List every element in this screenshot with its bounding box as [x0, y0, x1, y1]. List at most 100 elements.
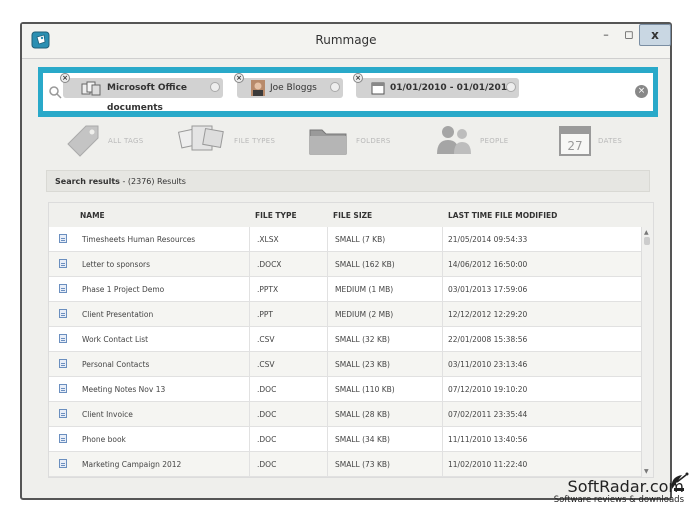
chip-toggle-icon[interactable] — [330, 82, 340, 92]
column-divider — [327, 402, 328, 426]
search-bar: × Microsoft Office documents × Joe Blogg… — [38, 67, 658, 117]
filter-chip-person[interactable]: × Joe Bloggs — [234, 73, 343, 98]
cell-size: SMALL (28 KB) — [335, 410, 390, 419]
scroll-up-icon[interactable]: ▲ — [644, 229, 649, 236]
cell-name: Timesheets Human Resources — [82, 235, 196, 244]
column-divider — [442, 302, 443, 326]
chip-toggle-icon[interactable] — [210, 82, 220, 92]
cell-type: .PPT — [257, 310, 274, 319]
cell-modified: 07/02/2011 23:35:44 — [448, 410, 528, 419]
maximize-button[interactable]: ◻ — [619, 25, 639, 45]
cell-modified: 03/01/2013 17:59:06 — [448, 285, 528, 294]
cell-type: .CSV — [257, 360, 275, 369]
cell-modified: 21/05/2014 09:54:33 — [448, 235, 528, 244]
cell-name: Marketing Campaign 2012 — [82, 460, 182, 469]
tag-icon — [67, 125, 99, 157]
results-count: - (2376) Results — [122, 177, 186, 186]
watermark-title: SoftRadar.com — [567, 477, 684, 496]
close-button[interactable]: x — [639, 24, 671, 46]
cell-name: Phone book — [82, 435, 126, 444]
filter-chip-date[interactable]: × 01/01/2010 - 01/01/2014 — [353, 73, 519, 98]
filter-label: PEOPLE — [480, 137, 509, 145]
remove-chip-icon[interactable]: × — [353, 73, 363, 83]
file-icon — [59, 259, 67, 268]
calendar-icon: 27 — [559, 126, 591, 156]
clear-search-icon[interactable]: × — [635, 85, 648, 98]
minimize-button[interactable]: – — [596, 25, 616, 45]
remove-chip-icon[interactable]: × — [234, 73, 244, 83]
table-row[interactable]: Letter to sponsors .DOCX SMALL (162 KB) 14/… — [49, 252, 642, 277]
results-label: Search results — [55, 177, 120, 186]
results-table: NAME FILE TYPE FILE SIZE LAST TIME FILE … — [48, 202, 654, 478]
column-divider — [442, 377, 443, 401]
chip-toggle-icon[interactable] — [506, 82, 516, 92]
file-icon — [59, 434, 67, 443]
column-header-modified[interactable]: LAST TIME FILE MODIFIED — [448, 211, 557, 220]
column-divider — [442, 352, 443, 376]
table-row[interactable]: Timesheets Human Resources .XLSX SMALL (7 … — [49, 227, 642, 252]
filter-all-tags[interactable]: ALL TAGS — [64, 120, 164, 164]
title-bar[interactable]: Rummage – ◻ x — [22, 24, 671, 59]
window-title: Rummage — [315, 33, 377, 47]
cell-size: SMALL (23 KB) — [335, 360, 390, 369]
column-divider — [442, 327, 443, 351]
column-divider — [249, 277, 250, 301]
table-row[interactable]: Personal Contacts .CSV SMALL (23 KB) 03/11/… — [49, 352, 642, 377]
column-divider — [249, 302, 250, 326]
search-input[interactable]: × Microsoft Office documents × Joe Blogg… — [43, 73, 653, 113]
cell-name: Work Contact List — [82, 335, 149, 344]
table-row[interactable]: Phone book .DOC SMALL (34 KB) 11/11/2010 13… — [49, 427, 642, 452]
table-row[interactable]: Marketing Campaign 2012 .DOC SMALL (73 KB)… — [49, 452, 642, 477]
file-icon — [59, 384, 67, 393]
remove-chip-icon[interactable]: × — [60, 73, 70, 83]
office-docs-icon — [81, 81, 101, 96]
column-divider — [249, 402, 250, 426]
filter-chip-file-type[interactable]: × Microsoft Office documents — [60, 73, 223, 113]
table-header: NAME FILE TYPE FILE SIZE LAST TIME FILE … — [49, 203, 653, 227]
filter-dates[interactable]: 27 DATES — [558, 120, 648, 164]
cell-name: Client Invoice — [82, 410, 133, 419]
file-icon — [59, 459, 67, 468]
cell-type: .DOC — [257, 460, 277, 469]
file-icon — [59, 284, 67, 293]
file-icon — [59, 334, 67, 343]
filter-people[interactable]: PEOPLE — [434, 120, 534, 164]
file-icon — [59, 359, 67, 368]
cell-name: Phase 1 Project Demo — [82, 285, 165, 294]
filter-label: DATES — [598, 137, 623, 145]
table-row[interactable]: Phase 1 Project Demo .PPTX MEDIUM (1 MB) 03… — [49, 277, 642, 302]
column-divider — [327, 227, 328, 251]
filter-folders[interactable]: FOLDERS — [308, 120, 408, 164]
table-row[interactable]: Meeting Notes Nov 13 .DOC SMALL (110 KB) 07… — [49, 377, 642, 402]
column-divider — [249, 252, 250, 276]
chip-label: 01/01/2010 - 01/01/2014 — [390, 83, 514, 93]
person-photo-icon — [251, 80, 265, 96]
filter-file-types[interactable]: FILE TYPES — [178, 120, 288, 164]
file-types-icon — [178, 125, 224, 151]
scroll-thumb[interactable] — [644, 237, 650, 245]
column-divider — [442, 427, 443, 451]
cell-modified: 11/02/2010 11:22:40 — [448, 460, 528, 469]
column-divider — [327, 327, 328, 351]
calendar-icon — [371, 82, 385, 95]
filter-bar: ALL TAGS FILE TYPES FOLDERS PEOPLE 27 DA… — [42, 120, 652, 168]
column-header-file-size[interactable]: FILE SIZE — [333, 211, 372, 220]
column-divider — [442, 252, 443, 276]
table-row[interactable]: Client Presentation .PPT MEDIUM (2 MB) 12/1… — [49, 302, 642, 327]
cell-name: Client Presentation — [82, 310, 154, 319]
cell-size: SMALL (110 KB) — [335, 385, 395, 394]
cell-size: MEDIUM (1 MB) — [335, 285, 394, 294]
scroll-down-icon[interactable]: ▼ — [644, 468, 649, 475]
table-row[interactable]: Client Invoice .DOC SMALL (28 KB) 07/02/201… — [49, 402, 642, 427]
cell-size: SMALL (32 KB) — [335, 335, 390, 344]
vertical-scrollbar[interactable]: ▲ ▼ — [641, 227, 653, 477]
column-divider — [327, 452, 328, 476]
column-divider — [327, 377, 328, 401]
cell-size: SMALL (7 KB) — [335, 235, 386, 244]
table-row[interactable]: Work Contact List .CSV SMALL (32 KB) 22/01/… — [49, 327, 642, 352]
column-header-file-type[interactable]: FILE TYPE — [255, 211, 297, 220]
column-header-name[interactable]: NAME — [80, 211, 105, 220]
column-divider — [249, 227, 250, 251]
cell-modified: 12/12/2012 12:29:20 — [448, 310, 528, 319]
cell-type: .XLSX — [257, 235, 279, 244]
